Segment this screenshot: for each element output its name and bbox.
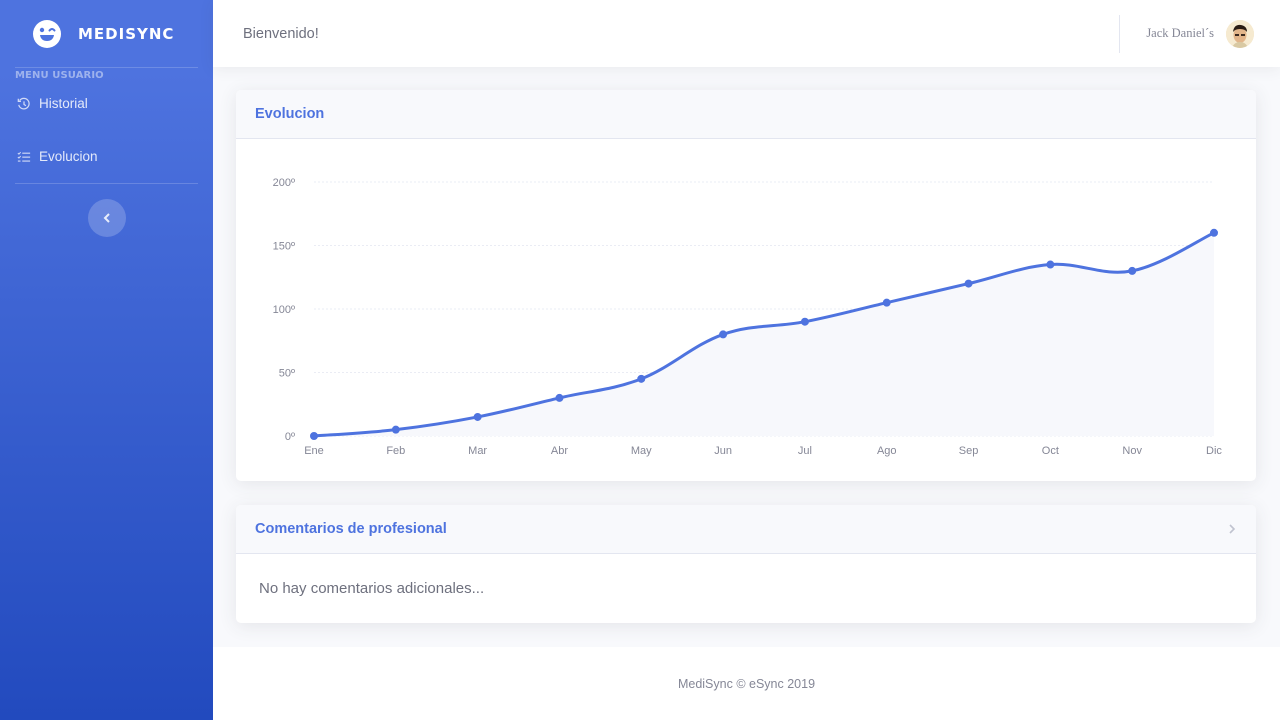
x-tick-label: May xyxy=(631,445,652,457)
series-area xyxy=(314,232,1214,436)
list-check-icon xyxy=(17,150,31,164)
data-point xyxy=(1128,266,1137,275)
sidebar: MEDISYNC MENU USUARIO Historial Evolucio… xyxy=(0,0,213,720)
welcome-text: Bienvenido! xyxy=(243,25,319,42)
data-point xyxy=(1210,228,1218,237)
y-tick-label: 0º xyxy=(285,431,295,443)
data-point xyxy=(637,374,646,383)
y-tick-label: 200º xyxy=(273,177,295,189)
laugh-wink-icon xyxy=(33,19,61,48)
data-point xyxy=(310,432,318,440)
footer: MediSync © eSync 2019 xyxy=(213,647,1280,720)
comments-body: No hay comentarios adicionales... xyxy=(259,580,485,597)
card-title: Comentarios de profesional xyxy=(255,521,447,537)
data-point xyxy=(719,330,728,339)
data-point xyxy=(882,298,891,307)
comments-card: Comentarios de profesional No hay coment… xyxy=(236,505,1256,623)
x-tick-label: Abr xyxy=(551,445,568,457)
x-tick-label: Oct xyxy=(1042,445,1059,457)
x-tick-label: Mar xyxy=(468,445,487,457)
topbar: Bienvenido! Jack Daniel´s xyxy=(213,0,1280,67)
card-header: Evolucion xyxy=(236,90,1256,139)
brand-name: MEDISYNC xyxy=(78,24,175,43)
y-tick-label: 50º xyxy=(279,368,295,380)
evolution-chart: 0º 50º 100º 150º 200º Ene Feb Mar Abr May Jun Jul Ag… xyxy=(273,177,1223,457)
data-point xyxy=(964,279,973,288)
brand-link[interactable]: MEDISYNC xyxy=(0,0,213,67)
x-tick-label: Ene xyxy=(304,445,324,457)
x-tick-label: Nov xyxy=(1122,445,1142,457)
x-tick-label: Jun xyxy=(714,445,732,457)
copyright-text: MediSync © eSync 2019 xyxy=(677,676,816,691)
x-tick-label: Feb xyxy=(386,445,405,457)
chevron-left-icon xyxy=(103,213,110,223)
sidebar-item-label: Evolucion xyxy=(39,149,98,164)
sidebar-divider xyxy=(15,183,198,184)
topbar-divider xyxy=(1119,14,1121,53)
comments-card-header[interactable]: Comentarios de profesional xyxy=(236,505,1256,554)
sidebar-item-historial[interactable]: Historial xyxy=(0,77,213,130)
y-tick-label: 100º xyxy=(273,304,295,316)
history-icon xyxy=(17,97,31,111)
sidebar-item-evolucion[interactable]: Evolucion xyxy=(0,130,213,183)
data-point xyxy=(1046,260,1055,269)
card-title: Evolucion xyxy=(255,106,325,122)
x-tick-label: Ago xyxy=(877,445,897,457)
data-point xyxy=(473,412,482,421)
x-tick-label: Sep xyxy=(959,445,979,457)
evolution-card: Evolucion 0º 50º 100º 150º 200º Ene Feb Mar Abr M… xyxy=(236,90,1256,481)
chevron-right-icon xyxy=(1229,524,1236,534)
data-point xyxy=(391,425,400,434)
sidebar-toggle-button[interactable] xyxy=(87,199,126,237)
x-tick-label: Jul xyxy=(798,445,812,457)
avatar[interactable] xyxy=(1226,19,1254,48)
y-tick-label: 150º xyxy=(273,241,295,253)
data-point xyxy=(800,317,809,326)
x-tick-label: Dic xyxy=(1206,445,1222,457)
sidebar-item-label: Historial xyxy=(39,96,88,111)
data-point xyxy=(555,393,564,402)
user-name[interactable]: Jack Daniel´s xyxy=(1146,26,1214,41)
